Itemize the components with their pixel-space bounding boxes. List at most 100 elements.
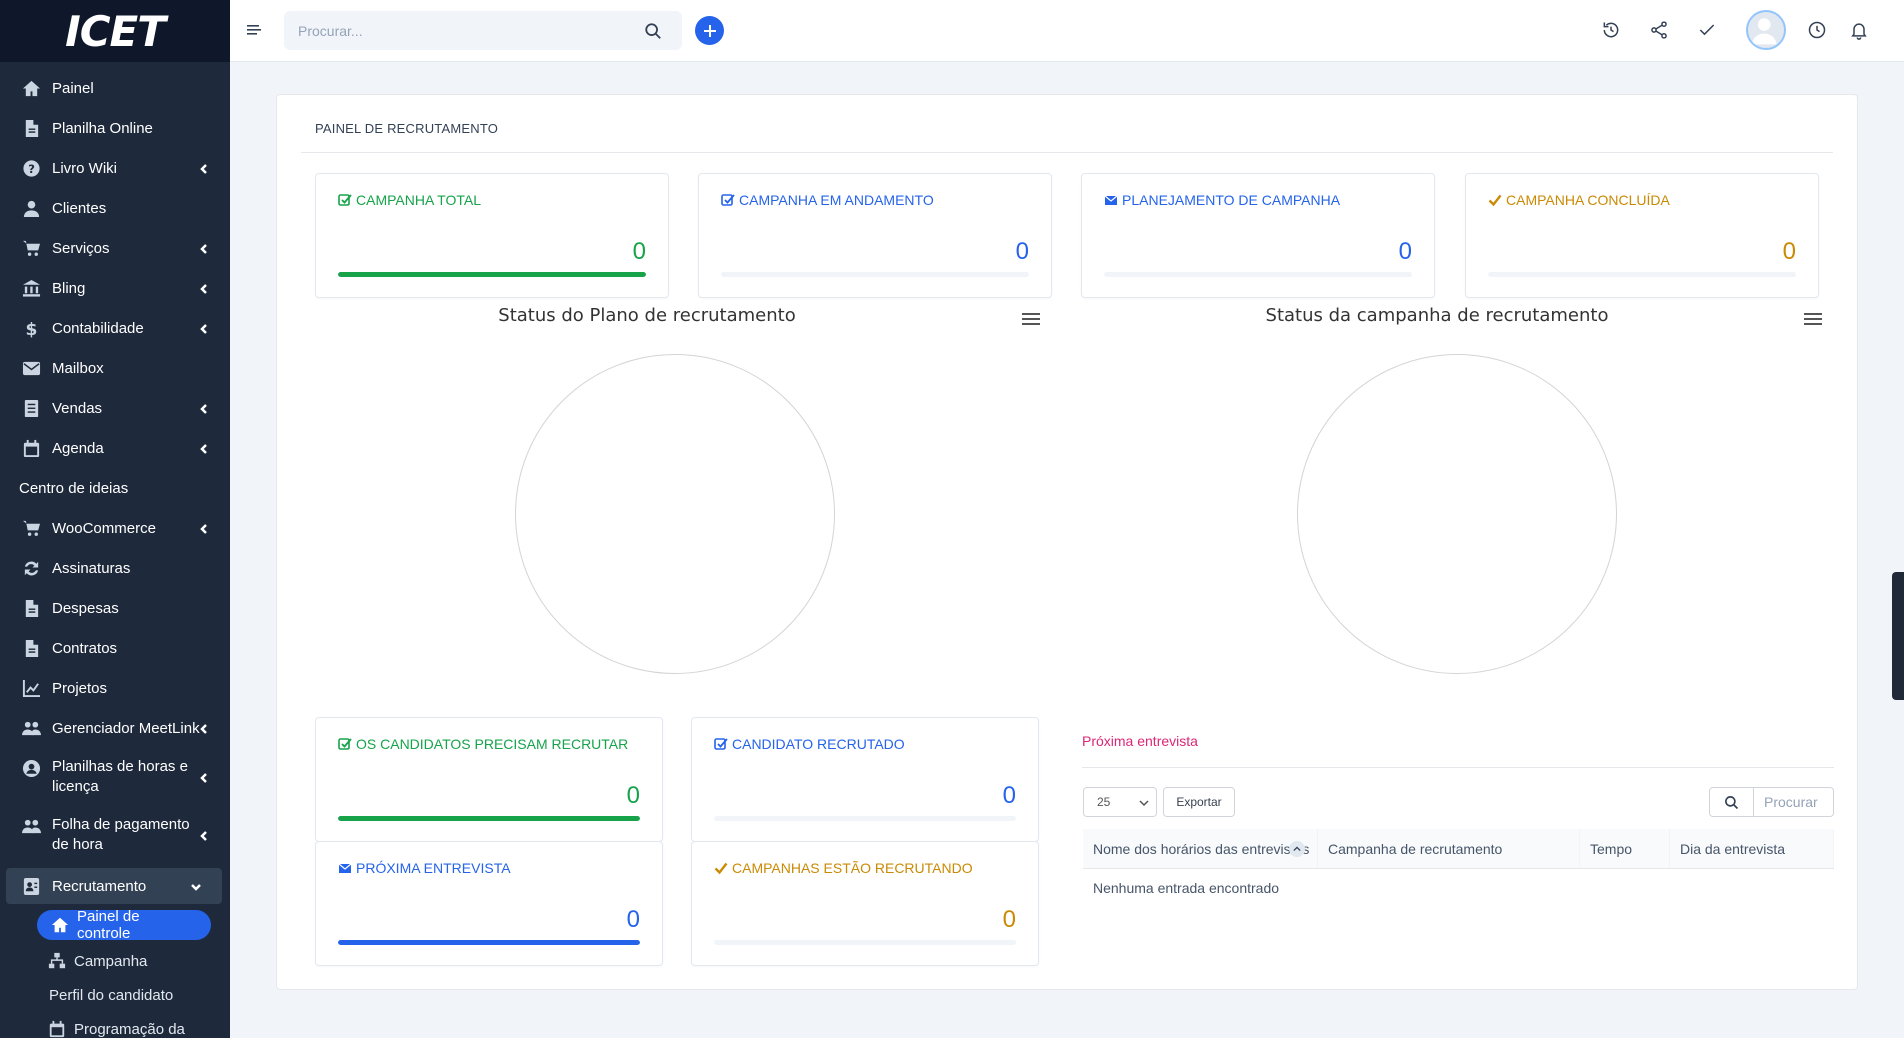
section-title-next-interview: Próxima entrevista xyxy=(1082,733,1198,749)
svg-text:$: $ xyxy=(25,320,37,338)
sidebar-item-servicos[interactable]: Serviços xyxy=(0,228,230,268)
sidebar-item-contabilidade[interactable]: $ Contabilidade xyxy=(0,308,230,348)
stat-progress xyxy=(338,816,640,821)
stat-card: PLANEJAMENTO DE CAMPANHA 0 xyxy=(1081,173,1435,298)
stat-progress xyxy=(721,272,1029,277)
divider xyxy=(1082,767,1834,768)
quick-add-button[interactable] xyxy=(695,16,724,45)
column-label: Dia da entrevista xyxy=(1680,840,1786,857)
clock-icon[interactable] xyxy=(1806,19,1828,41)
sidebar-item-label: Mailbox xyxy=(52,359,104,377)
sidebar-item-livro-wiki[interactable]: ? Livro Wiki xyxy=(0,148,230,188)
sidebar-subitem-campanha[interactable]: Campanha xyxy=(0,944,230,978)
sidebar-subitem-label: Campanha xyxy=(74,952,148,970)
export-button[interactable]: Exportar xyxy=(1163,787,1235,817)
column-label: Nome dos horários das entrevistas xyxy=(1093,840,1310,857)
sidebar-item-bling[interactable]: Bling xyxy=(0,268,230,308)
sidebar-item-centro-de-ideias[interactable]: Centro de ideias xyxy=(0,468,230,508)
search-icon xyxy=(1725,795,1739,809)
cart-icon xyxy=(20,517,42,539)
envelope-icon xyxy=(338,861,356,875)
sidebar-item-label: Centro de ideias xyxy=(19,479,129,497)
sidebar-item-contratos[interactable]: Contratos xyxy=(0,628,230,668)
sidebar-item-planilhas-de-horas-e-licenca[interactable]: Planilhas de horas e licença xyxy=(0,748,230,806)
column-header-interview-day[interactable]: Dia da entrevista xyxy=(1670,829,1834,868)
table-search-input[interactable]: Procurar xyxy=(1754,787,1834,817)
sidebar-item-folha-de-pagamento-de-hora[interactable]: Folha de pagamento de hora xyxy=(0,806,230,864)
logo[interactable]: ICET xyxy=(0,0,230,62)
sidebar-subitem-programacao-da[interactable]: Programação da xyxy=(0,1012,230,1038)
history-icon[interactable] xyxy=(1600,19,1622,41)
sidebar: ICET Painel Planilha Online? Livro Wiki Cli… xyxy=(0,0,230,1038)
search-input[interactable] xyxy=(298,11,628,50)
sidebar-item-planilha-online[interactable]: Planilha Online xyxy=(0,108,230,148)
check-square-icon xyxy=(714,737,732,751)
calendar-icon xyxy=(20,437,42,459)
search-icon[interactable] xyxy=(644,22,662,40)
chart-menu-icon[interactable] xyxy=(1804,313,1822,327)
page-length-select[interactable]: 25 xyxy=(1083,787,1157,817)
sidebar-item-painel[interactable]: Painel xyxy=(0,68,230,108)
sidebar-item-mailbox[interactable]: Mailbox xyxy=(0,348,230,388)
pie-chart-plan-status xyxy=(515,354,835,674)
stat-title: PLANEJAMENTO DE CAMPANHA xyxy=(1104,192,1340,208)
question-icon: ? xyxy=(20,157,42,179)
sidebar-item-projetos[interactable]: Projetos xyxy=(0,668,230,708)
stat-label: CANDIDATO RECRUTADO xyxy=(732,736,905,752)
column-header-interview-name[interactable]: Nome dos horários das entrevistas xyxy=(1083,829,1318,868)
chevron-down-icon xyxy=(190,880,202,892)
file-icon xyxy=(20,637,42,659)
table-empty-message: Nenhuma entrada encontrado xyxy=(1093,880,1280,896)
mail-icon xyxy=(20,357,42,379)
stat-title: CAMPANHA TOTAL xyxy=(338,192,481,208)
column-header-campaign[interactable]: Campanha de recrutamento xyxy=(1318,829,1580,868)
stat-value: 0 xyxy=(1002,782,1016,809)
stat-title: CAMPANHA EM ANDAMENTO xyxy=(721,192,934,208)
sidebar-item-despesas[interactable]: Despesas xyxy=(0,588,230,628)
stat-progress xyxy=(338,272,646,277)
divider xyxy=(301,152,1833,153)
check-square-icon xyxy=(338,193,356,207)
table-search-button[interactable] xyxy=(1709,787,1754,817)
chart-menu-icon[interactable] xyxy=(1022,313,1040,327)
chevron-left-icon xyxy=(198,282,210,294)
sidebar-item-clientes[interactable]: Clientes xyxy=(0,188,230,228)
page-length-value: 25 xyxy=(1097,795,1111,809)
sidebar-item-assinaturas[interactable]: Assinaturas xyxy=(0,548,230,588)
stat-card: CAMPANHA TOTAL 0 xyxy=(315,173,669,298)
sidebar-item-gerenciador-meetlink[interactable]: Gerenciador MeetLink xyxy=(0,708,230,748)
floating-side-widget[interactable] xyxy=(1892,572,1904,700)
sidebar-item-recrutamento[interactable]: Recrutamento xyxy=(6,868,222,904)
sidebar-item-woocommerce[interactable]: WooCommerce xyxy=(0,508,230,548)
stat-label: PRÓXIMA ENTREVISTA xyxy=(356,860,511,876)
share-icon[interactable] xyxy=(1648,19,1670,41)
stat-card: OS CANDIDATOS PRECISAM RECRUTAR 0 xyxy=(315,717,663,842)
column-header-time[interactable]: Tempo xyxy=(1580,829,1670,868)
check-icon xyxy=(714,861,732,875)
users-icon xyxy=(20,815,42,837)
sort-asc-icon[interactable] xyxy=(1289,841,1305,857)
page-title: PAINEL DE RECRUTAMENTO xyxy=(315,121,499,136)
menu-toggle-icon[interactable] xyxy=(246,22,262,38)
column-label: Campanha de recrutamento xyxy=(1328,840,1503,857)
sidebar-item-agenda[interactable]: Agenda xyxy=(0,428,230,468)
sidebar-subitem-painel-de-controle[interactable]: Painel de controle xyxy=(37,908,211,942)
chevron-down-icon xyxy=(1139,800,1149,807)
table-header: Nome dos horários das entrevistas Campan… xyxy=(1083,829,1834,869)
stat-progress-fill xyxy=(338,272,646,277)
sidebar-item-label: Bling xyxy=(52,279,86,297)
sidebar-subitem-perfil-do-candidato[interactable]: Perfil do candidato xyxy=(0,978,230,1012)
bank-icon xyxy=(20,277,42,299)
sidebar-item-label: Painel xyxy=(52,79,94,97)
avatar[interactable] xyxy=(1746,10,1786,50)
sidebar-item-label: WooCommerce xyxy=(52,519,156,537)
sidebar-item-vendas[interactable]: Vendas xyxy=(0,388,230,428)
sidebar-item-label: Livro Wiki xyxy=(52,159,118,177)
chevron-left-icon xyxy=(198,402,210,414)
check-icon[interactable] xyxy=(1696,19,1718,41)
sidebar-item-label: Planilhas de horas e licença xyxy=(52,758,188,795)
sitemap-icon xyxy=(48,952,68,970)
bell-icon[interactable] xyxy=(1848,19,1870,41)
document-icon xyxy=(20,397,42,419)
stat-progress xyxy=(714,816,1016,821)
